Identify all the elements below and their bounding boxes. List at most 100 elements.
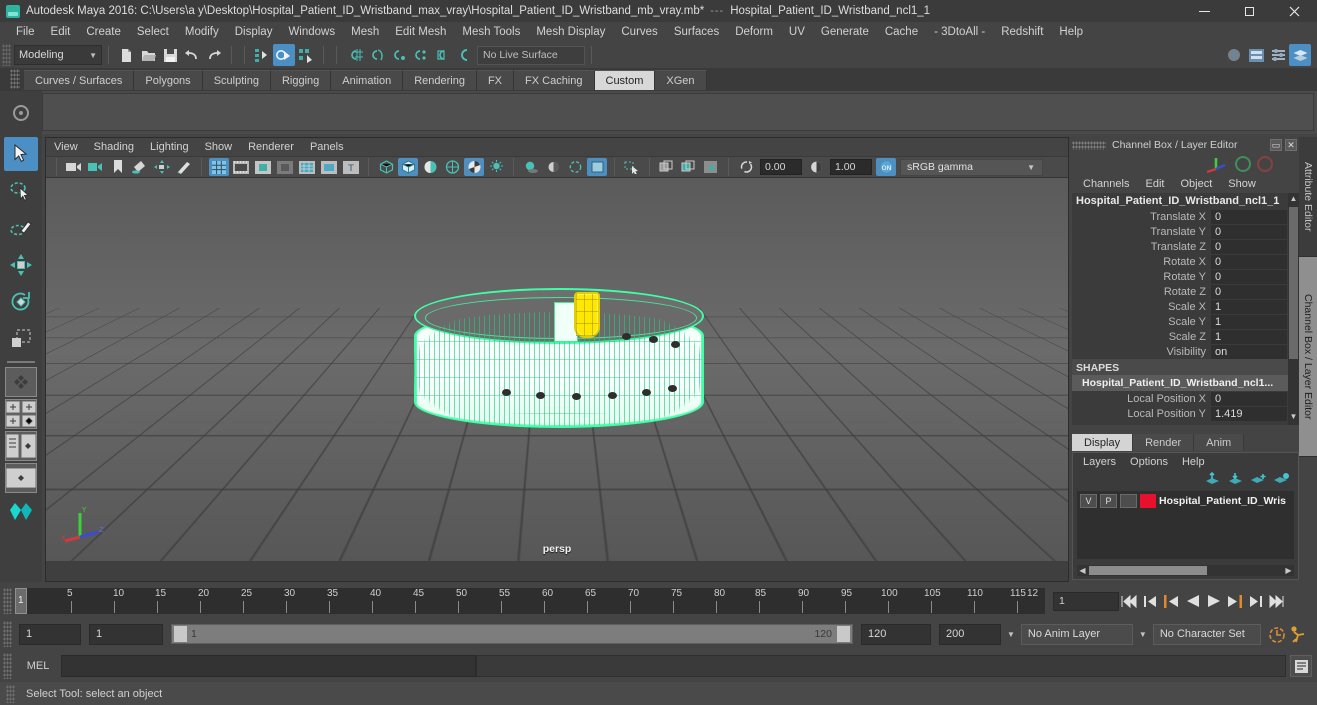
channel-row-scale-y[interactable]: Scale Y 1	[1072, 314, 1299, 329]
play-backwards-icon[interactable]	[1182, 590, 1203, 612]
safe-action-icon[interactable]	[319, 158, 339, 176]
attribute-value[interactable]: 0	[1211, 269, 1287, 284]
menu-3dtoall[interactable]: - 3DtoAll -	[926, 24, 993, 40]
single-perspective-layout[interactable]	[5, 367, 37, 397]
use-lights-icon[interactable]	[486, 158, 506, 176]
minimize-button[interactable]	[1182, 0, 1227, 22]
isolate-select-icon[interactable]	[622, 158, 642, 176]
select-by-component-icon[interactable]	[295, 44, 317, 66]
make-live-icon[interactable]	[453, 44, 475, 66]
scroll-down-icon[interactable]: ▼	[1288, 412, 1299, 424]
channel-box-menu-channels[interactable]: Channels	[1076, 177, 1136, 191]
channel-row-translate-y[interactable]: Translate Y 0	[1072, 224, 1299, 239]
bookmark-icon[interactable]	[108, 158, 128, 176]
snap-to-point-icon[interactable]	[387, 44, 409, 66]
playback-start-time-field[interactable]: 1	[89, 623, 163, 645]
channel-box-menu-show[interactable]: Show	[1221, 177, 1263, 191]
layer-name[interactable]: Hospital_Patient_ID_Wris	[1159, 495, 1286, 507]
side-tab-channel-box-layer-editor[interactable]: Channel Box / Layer Editor	[1299, 257, 1317, 457]
channel-row-rotate-x[interactable]: Rotate X 0	[1072, 254, 1299, 269]
scrollbar-thumb[interactable]	[1089, 566, 1207, 575]
live-surface-field[interactable]: No Live Surface	[477, 45, 585, 65]
shelf-tab-curves-surfaces[interactable]: Curves / Surfaces	[24, 70, 135, 90]
channel-row-rotate-z[interactable]: Rotate Z 0	[1072, 284, 1299, 299]
new-layer-icon[interactable]	[1250, 472, 1267, 486]
attribute-value[interactable]: 1.419	[1211, 406, 1287, 421]
shelf-tab-rendering[interactable]: Rendering	[403, 70, 477, 90]
help-line-gripper[interactable]	[6, 684, 15, 703]
character-set-dropdown[interactable]: No Character Set	[1152, 623, 1261, 645]
time-slider-track[interactable]: 1 5 10 15 20 25 30 35 40 45 50 55 60 65 …	[15, 588, 1045, 614]
open-scene-icon[interactable]	[137, 44, 159, 66]
shelf-tab-xgen[interactable]: XGen	[655, 70, 707, 90]
save-scene-icon[interactable]	[159, 44, 181, 66]
shelf-buttons-container[interactable]	[42, 93, 1314, 131]
channel-row-scale-z[interactable]: Scale Z 1	[1072, 329, 1299, 344]
menu-modify[interactable]: Modify	[177, 24, 227, 40]
grid-toggle-icon[interactable]	[209, 158, 229, 176]
gamma-icon[interactable]	[806, 158, 826, 176]
multisample-icon[interactable]	[587, 158, 607, 176]
attribute-editor-toggle-icon[interactable]	[1223, 44, 1245, 66]
channel-box-toggle-icon[interactable]	[1267, 44, 1289, 66]
layer-row[interactable]: V P Hospital_Patient_ID_Wris	[1077, 491, 1294, 508]
screen-space-ao-icon[interactable]	[543, 158, 563, 176]
menu-mesh-tools[interactable]: Mesh Tools	[454, 24, 528, 40]
move-tool[interactable]	[4, 248, 38, 282]
channel-row-visibility[interactable]: Visibility on	[1072, 344, 1299, 359]
layer-color-swatch[interactable]	[1140, 493, 1156, 508]
shadows-icon[interactable]	[521, 158, 541, 176]
maximize-button[interactable]	[1227, 0, 1272, 22]
side-tab-attribute-editor[interactable]: Attribute Editor	[1299, 137, 1317, 257]
shelf-tab-rigging[interactable]: Rigging	[270, 70, 332, 90]
viewport-menu-shading[interactable]: Shading	[94, 141, 144, 153]
time-slider-playhead[interactable]: 1	[15, 588, 27, 614]
anim-layer-dropdown[interactable]: No Anim Layer	[1020, 623, 1133, 645]
menu-cache[interactable]: Cache	[877, 24, 926, 40]
scroll-right-icon[interactable]: ▶	[1283, 566, 1294, 575]
shelf-tab-sculpting[interactable]: Sculpting	[202, 70, 271, 90]
attribute-value[interactable]: 1	[1211, 329, 1287, 344]
snap-to-view-plane-icon[interactable]	[431, 44, 453, 66]
attribute-value[interactable]: 0	[1211, 254, 1287, 269]
command-input-field[interactable]	[61, 655, 476, 677]
shelf-tab-custom[interactable]: Custom	[594, 70, 656, 90]
attribute-value[interactable]: 0	[1211, 391, 1287, 406]
channel-box-attribute-list[interactable]: Hospital_Patient_ID_Wristband_ncl1_1 Tra…	[1072, 193, 1299, 425]
menu-edit-mesh[interactable]: Edit Mesh	[387, 24, 454, 40]
color-management-dropdown[interactable]: sRGB gamma ▼	[900, 158, 1043, 176]
auto-keyframe-icon[interactable]	[1267, 623, 1288, 645]
image-plane-icon[interactable]	[130, 158, 150, 176]
channel-row-rotate-y[interactable]: Rotate Y 0	[1072, 269, 1299, 284]
scroll-left-icon[interactable]: ◀	[1077, 566, 1088, 575]
current-frame-field[interactable]: 1	[1053, 591, 1119, 611]
step-forward-keyframe-icon[interactable]	[1245, 590, 1266, 612]
playback-end-time-field[interactable]: 120	[861, 623, 931, 645]
tool-settings-toggle-icon[interactable]	[1245, 44, 1267, 66]
time-slider-gripper[interactable]	[3, 588, 12, 614]
menu-help[interactable]: Help	[1051, 24, 1091, 40]
hypershade-layout[interactable]	[4, 496, 38, 530]
menu-display[interactable]: Display	[227, 24, 281, 40]
attribute-value[interactable]: on	[1211, 344, 1287, 359]
shelf-options-button[interactable]	[0, 91, 42, 135]
gate-mask-icon[interactable]	[275, 158, 295, 176]
snap-to-curve-icon[interactable]	[365, 44, 387, 66]
new-layer-from-selected-icon[interactable]	[1273, 472, 1290, 486]
new-scene-icon[interactable]	[115, 44, 137, 66]
shelf-tab-fx-caching[interactable]: FX Caching	[514, 70, 595, 90]
range-start-handle[interactable]	[174, 626, 187, 642]
channel-row-translate-x[interactable]: Translate X 0	[1072, 209, 1299, 224]
menu-create[interactable]: Create	[78, 24, 129, 40]
persp-graph-layout[interactable]	[5, 463, 37, 493]
step-back-frame-icon[interactable]	[1161, 590, 1182, 612]
step-forward-frame-icon[interactable]	[1224, 590, 1245, 612]
channel-box-shape-name[interactable]: Hospital_Patient_ID_Wristband_ncl1...	[1072, 375, 1299, 391]
redo-icon[interactable]	[203, 44, 225, 66]
snap-to-projected-center-icon[interactable]	[409, 44, 431, 66]
gamma-field[interactable]: 1.00	[830, 159, 872, 175]
viewport-menu-view[interactable]: View	[54, 141, 88, 153]
attribute-value[interactable]: 1	[1211, 299, 1287, 314]
animation-preferences-icon[interactable]	[1288, 623, 1309, 645]
shelf-gripper[interactable]	[10, 69, 20, 89]
